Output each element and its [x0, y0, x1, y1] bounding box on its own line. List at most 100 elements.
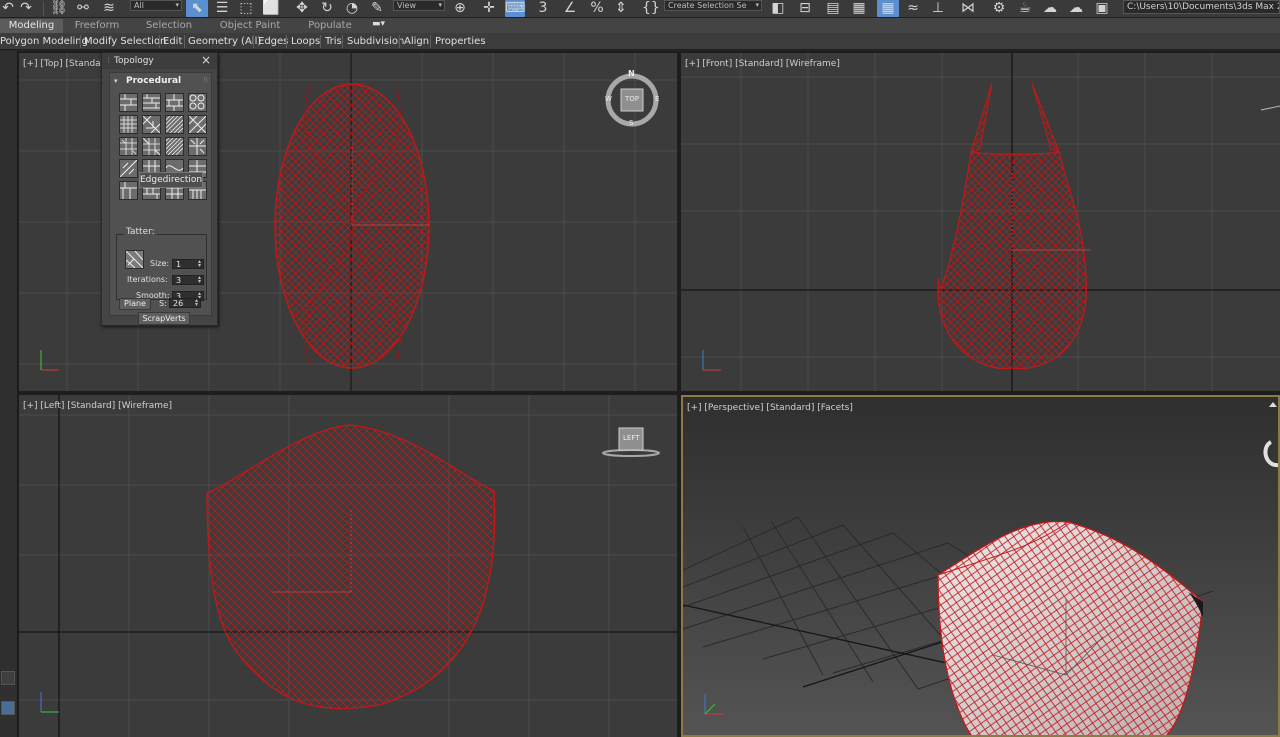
- tab-populate[interactable]: Populate: [300, 19, 360, 33]
- pattern-button[interactable]: [188, 93, 207, 112]
- panel-divider: [342, 35, 343, 48]
- procedural-section-title[interactable]: Procedural: [126, 76, 181, 86]
- reference-coordinate-dropdown[interactable]: View ▾: [393, 0, 445, 11]
- panel-edges[interactable]: Edges: [258, 34, 288, 49]
- select-scale-icon[interactable]: ◔: [343, 0, 361, 17]
- select-place-icon[interactable]: ✎: [368, 0, 386, 17]
- pattern-button[interactable]: [142, 137, 161, 156]
- viewcube-top[interactable]: TOP N S E W: [605, 69, 663, 127]
- pattern-button[interactable]: [188, 115, 207, 134]
- panel-modify-selection[interactable]: Modify Selection: [84, 34, 166, 49]
- viewport-label-left[interactable]: [+] [Left] [Standard] [Wireframe]: [23, 401, 172, 411]
- viewcube-left[interactable]: LEFT: [601, 425, 663, 461]
- panel-geometry-all[interactable]: Geometry (All): [188, 34, 261, 49]
- panel-subdivision[interactable]: Subdivision: [347, 34, 404, 49]
- panel-edit[interactable]: Edit: [163, 34, 182, 49]
- spinner-arrows-icon[interactable]: ▴▾: [195, 298, 198, 308]
- panel-divider: [286, 35, 287, 48]
- select-object-icon[interactable]: ⬉: [186, 0, 208, 17]
- render-setup-icon[interactable]: ⚙: [989, 0, 1009, 17]
- window-crossing-icon[interactable]: ⬜: [262, 0, 280, 17]
- toggle-layer-explorer-icon[interactable]: ▦: [850, 0, 868, 17]
- tatter-button[interactable]: [125, 250, 144, 269]
- mirror-icon[interactable]: ◧: [768, 0, 788, 17]
- tab-object-paint[interactable]: Object Paint: [214, 19, 286, 33]
- link-icon[interactable]: ⛓: [50, 0, 68, 17]
- edit-named-selection-icon[interactable]: {}: [642, 0, 660, 17]
- panel-properties[interactable]: Properties: [435, 34, 486, 49]
- tab-freeform[interactable]: Freeform: [66, 19, 128, 33]
- iterations-spinner[interactable]: 3 ▴ ▾: [172, 275, 204, 285]
- keyboard-shortcut-override-icon[interactable]: ⌨: [505, 0, 525, 17]
- curve-editor-icon[interactable]: ≈: [903, 0, 923, 17]
- panel-loops[interactable]: Loops: [291, 34, 320, 49]
- redo-icon[interactable]: ↷: [19, 0, 33, 17]
- viewport-label-front[interactable]: [+] [Front] [Standard] [Wireframe]: [685, 59, 840, 69]
- snap-toggle-icon[interactable]: 3: [533, 0, 553, 17]
- pattern-button-edgedirection[interactable]: [119, 159, 138, 178]
- named-selection-dropdown[interactable]: Create Selection Se ▾: [664, 0, 762, 11]
- spinner-arrows-icon[interactable]: ▴▾: [198, 259, 201, 269]
- percent-snap-icon[interactable]: %: [587, 0, 607, 17]
- panel-tris[interactable]: Tris: [325, 34, 342, 49]
- tooltip-edgedirection: Edgedirection: [139, 172, 203, 188]
- angle-snap-icon[interactable]: ∠: [560, 0, 580, 17]
- expand-arrow-icon[interactable]: [1, 671, 15, 685]
- panel-align[interactable]: Align: [404, 34, 429, 49]
- pattern-button[interactable]: [188, 137, 207, 156]
- toggle-scene-explorer-icon[interactable]: ▤: [824, 0, 842, 17]
- viewport-front[interactable]: [+] [Front] [Standard] [Wireframe]: [681, 53, 1280, 391]
- viewport-label-perspective[interactable]: [+] [Perspective] [Standard] [Facets]: [687, 403, 853, 413]
- pattern-button[interactable]: [142, 93, 161, 112]
- ribbon-tab-bar: Modeling Freeform Selection Object Paint…: [0, 18, 1280, 33]
- panel-polygon-modeling[interactable]: Polygon Modeling: [0, 34, 88, 49]
- render-production-icon[interactable]: ☁: [1040, 0, 1060, 17]
- tab-modeling[interactable]: Modeling: [0, 19, 63, 33]
- viewport-perspective[interactable]: [+] [Perspective] [Standard] [Facets]: [681, 395, 1280, 737]
- align-icon[interactable]: ⊟: [795, 0, 815, 17]
- undo-icon[interactable]: ↶: [1, 0, 15, 17]
- select-manipulate-icon[interactable]: ✛: [479, 0, 499, 17]
- spinner-arrows-icon[interactable]: ▴▾: [198, 275, 201, 285]
- s-spinner[interactable]: 26 ▴ ▾: [169, 298, 201, 308]
- spinner-snap-icon[interactable]: ⇕: [612, 0, 630, 17]
- select-rotate-icon[interactable]: ↻: [318, 0, 336, 17]
- viewport-layout-icon[interactable]: [1, 701, 15, 715]
- close-icon[interactable]: ×: [201, 53, 211, 67]
- pattern-button[interactable]: [165, 93, 184, 112]
- pattern-button[interactable]: [119, 181, 138, 200]
- rectangular-selection-icon[interactable]: ⬚: [236, 0, 256, 17]
- s-value: 26: [173, 299, 184, 308]
- pattern-button[interactable]: [119, 93, 138, 112]
- unlink-icon[interactable]: ⚯: [75, 0, 91, 17]
- material-editor-icon[interactable]: ⋈: [958, 0, 978, 17]
- pattern-button[interactable]: [119, 137, 138, 156]
- plane-button[interactable]: Plane: [119, 298, 151, 310]
- selection-filter-dropdown[interactable]: All ▾: [130, 0, 182, 11]
- bind-spacewarp-icon[interactable]: ≋: [100, 0, 118, 17]
- tab-selection[interactable]: Selection: [138, 19, 200, 33]
- rendered-frame-window-icon[interactable]: ☕: [1015, 0, 1035, 17]
- main-toolbar: ↶ ↷ ⛓ ⚯ ≋ All ▾ ⬉ ☰ ⬚ ⬜ ✥ ↻ ◔ ✎ View ▾ ⊕ ✛…: [0, 0, 1280, 18]
- pattern-button[interactable]: [119, 115, 138, 134]
- viewport-left[interactable]: [+] [Left] [Standard] [Wireframe] LEFT: [19, 395, 677, 737]
- render-in-cloud-icon[interactable]: ☁: [1066, 0, 1086, 17]
- pattern-button[interactable]: [165, 137, 184, 156]
- a360-gallery-icon[interactable]: ▣: [1092, 0, 1112, 17]
- pivot-center-icon[interactable]: ⊕: [450, 0, 470, 17]
- pattern-button[interactable]: [142, 115, 161, 134]
- pattern-button[interactable]: [165, 115, 184, 134]
- project-folder-field[interactable]: C:\Users\10\Documents\3ds Max 2020: [1123, 0, 1280, 14]
- toggle-ribbon-icon[interactable]: ▦: [877, 0, 899, 17]
- select-move-icon[interactable]: ✥: [292, 0, 312, 17]
- drag-handle-icon[interactable]: ⋮: [105, 56, 112, 64]
- ribbon-minimize-icon[interactable]: ▬▾: [372, 19, 386, 31]
- scrapverts-button[interactable]: ScrapVerts: [138, 312, 190, 325]
- 3ds-max-window: ↶ ↷ ⛓ ⚯ ≋ All ▾ ⬉ ☰ ⬚ ⬜ ✥ ↻ ◔ ✎ View ▾ ⊕ ✛…: [0, 0, 1280, 737]
- viewport-label-top[interactable]: [+] [Top] [Standar: [23, 59, 104, 69]
- select-by-name-icon[interactable]: ☰: [212, 0, 232, 17]
- schematic-view-icon[interactable]: ⊥: [928, 0, 948, 17]
- topology-panel-header[interactable]: ⋮ Topology ×: [102, 53, 217, 69]
- size-spinner[interactable]: 1 ▴ ▾: [172, 259, 204, 269]
- collapse-arrow-icon[interactable]: ▾: [114, 77, 118, 85]
